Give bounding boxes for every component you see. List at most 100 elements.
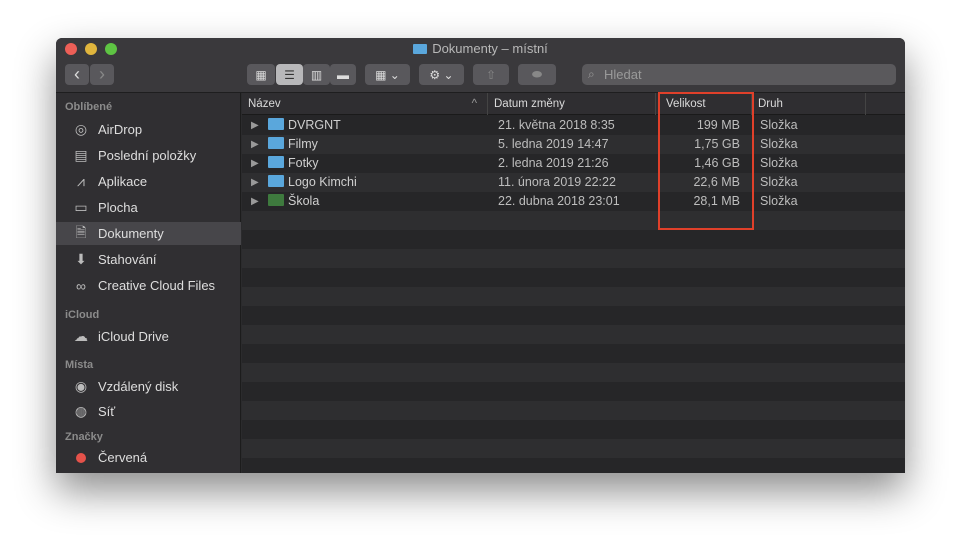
sidebar-item-desktop[interactable]: ▭ Plocha — [56, 196, 241, 219]
documents-icon: 🗎 — [75, 223, 87, 240]
red-tag-icon — [72, 450, 90, 466]
table-row[interactable]: ▶ Fotky 2. ledna 2019 21:26 1,46 GB Slož… — [242, 154, 905, 173]
forward-button[interactable]: › — [90, 64, 114, 85]
recents-icon: ▤ — [74, 147, 88, 163]
airdrop-icon: ◎ — [74, 121, 88, 137]
sidebar-item-tag-red[interactable]: Červená — [56, 446, 241, 469]
sidebar-item-downloads[interactable]: ⬇ Stahování — [56, 248, 241, 271]
label: iCloud Drive — [98, 329, 169, 344]
folder-icon — [268, 118, 284, 130]
disclosure-triangle-icon[interactable]: ▶ — [251, 120, 259, 131]
sidebar-item-airdrop[interactable]: ◎ AirDrop — [56, 118, 241, 141]
gallery-view-button[interactable]: ▬ — [330, 64, 356, 85]
search-input[interactable]: ⌕ Hledat — [582, 64, 896, 85]
label: Plocha — [98, 200, 138, 215]
disclosure-triangle-icon[interactable]: ▶ — [251, 177, 259, 188]
label: Stahování — [98, 252, 157, 267]
disclosure-triangle-icon[interactable]: ▶ — [251, 196, 259, 207]
list-view-button[interactable]: ☰ — [276, 64, 303, 85]
section-tags: Značky — [65, 431, 103, 443]
action-gear-button[interactable]: ⚙ ⌄ — [419, 64, 464, 85]
label: Aplikace — [98, 174, 148, 189]
file-date: 22. dubna 2018 23:01 — [498, 194, 620, 208]
search-icon: ⌕ — [588, 67, 595, 81]
label: Síť — [98, 404, 116, 419]
empty-row — [242, 306, 905, 325]
sidebar-item-recents[interactable]: ▤ Poslední položky — [56, 144, 241, 167]
label: Vzdálený disk — [98, 379, 179, 394]
table-row[interactable]: ▶ DVRGNT 21. května 2018 8:35 199 MB Slo… — [242, 116, 905, 135]
file-kind: Složka — [760, 156, 798, 170]
section-icloud: iCloud — [65, 309, 100, 321]
column-view-button[interactable]: ▥ — [303, 64, 330, 85]
back-button[interactable]: ‹ — [65, 64, 89, 85]
empty-row — [242, 382, 905, 401]
sidebar-item-network[interactable]: ◍ Síť — [56, 400, 241, 423]
tags-button[interactable]: ⬬ — [518, 64, 556, 85]
file-name: Filmy — [288, 137, 318, 151]
empty-row — [242, 439, 905, 458]
sidebar-item-documents[interactable]: 🗎 Dokumenty — [56, 222, 241, 245]
file-name: Škola — [288, 194, 320, 208]
file-kind: Složka — [760, 175, 798, 189]
file-name: Logo Kimchi — [288, 175, 357, 189]
group-button[interactable]: ▦ ⌄ — [365, 64, 410, 85]
window-title: Dokumenty – místní — [56, 41, 905, 56]
sort-ascending-icon: ^ — [471, 98, 477, 110]
icon-view-button[interactable]: ▦ — [247, 64, 275, 85]
empty-row — [242, 363, 905, 382]
empty-row — [242, 249, 905, 268]
label: Creative Cloud Files — [98, 278, 216, 293]
file-kind: Složka — [760, 194, 798, 208]
table-row[interactable]: ▶ Škola 22. dubna 2018 23:01 28,1 MB Slo… — [242, 192, 905, 211]
desktop-icon: ▭ — [74, 199, 88, 215]
disclosure-triangle-icon[interactable]: ▶ — [251, 139, 259, 150]
disc-icon: ◉ — [74, 378, 88, 394]
label: Poslední položky — [98, 148, 197, 163]
table-row[interactable]: ▶ Logo Kimchi 11. února 2019 22:22 22,6 … — [242, 173, 905, 192]
file-date: 2. ledna 2019 21:26 — [498, 156, 609, 170]
folder-icon — [268, 175, 284, 187]
label: Červená — [98, 450, 148, 465]
disclosure-triangle-icon[interactable]: ▶ — [251, 158, 259, 169]
file-kind: Složka — [760, 137, 798, 151]
empty-row — [242, 344, 905, 363]
file-date: 5. ledna 2019 14:47 — [498, 137, 609, 151]
empty-row — [242, 325, 905, 344]
empty-row — [242, 230, 905, 249]
search-placeholder: Hledat — [604, 67, 642, 82]
column-kind[interactable]: Druh — [752, 93, 866, 115]
folder-icon — [268, 156, 284, 168]
finder-window: Dokumenty – místní ‹ › ▦ ☰ ▥ ▬ ▦ ⌄ ⚙ ⌄ ⇧… — [56, 38, 905, 473]
section-favorites: Oblíbené — [65, 101, 113, 113]
file-list: Název ^ Datum změny Velikost Druh ▶ DVRGN… — [242, 93, 905, 473]
label: Dokumenty — [98, 226, 164, 241]
label: Druh — [758, 98, 783, 110]
column-header: Název ^ Datum změny Velikost Druh — [242, 93, 905, 115]
titlebar: Dokumenty – místní ‹ › ▦ ☰ ▥ ▬ ▦ ⌄ ⚙ ⌄ ⇧… — [56, 38, 905, 93]
applications-icon: ⩘ — [77, 173, 85, 189]
sidebar: Oblíbené ◎ AirDrop ▤ Poslední položky ⩘ Apl… — [56, 93, 241, 473]
column-name[interactable]: Název ^ — [242, 93, 488, 115]
cloud-icon: ☁ — [74, 328, 88, 344]
download-icon: ⬇ — [75, 251, 87, 267]
sidebar-item-icloud-drive[interactable]: ☁ iCloud Drive — [56, 325, 241, 348]
file-kind: Složka — [760, 118, 798, 132]
sidebar-item-creative-cloud[interactable]: ∞ Creative Cloud Files — [56, 274, 241, 297]
folder-icon — [413, 44, 428, 54]
sidebar-item-applications[interactable]: ⩘ Aplikace — [56, 170, 241, 193]
highlight-box — [658, 92, 754, 230]
share-button[interactable]: ⇧ — [473, 64, 509, 85]
empty-row — [242, 420, 905, 439]
sidebar-item-remote-disc[interactable]: ◉ Vzdálený disk — [56, 375, 241, 398]
network-icon: ◍ — [74, 403, 88, 419]
section-places: Místa — [65, 359, 94, 371]
file-date: 11. února 2019 22:22 — [498, 175, 616, 189]
label: AirDrop — [98, 122, 143, 137]
label: Datum změny — [494, 98, 565, 110]
empty-row — [242, 287, 905, 306]
table-row[interactable]: ▶ Filmy 5. ledna 2019 14:47 1,75 GB Slož… — [242, 135, 905, 154]
column-date[interactable]: Datum změny — [488, 93, 656, 115]
file-date: 21. května 2018 8:35 — [498, 118, 615, 132]
label: Název — [248, 98, 281, 110]
